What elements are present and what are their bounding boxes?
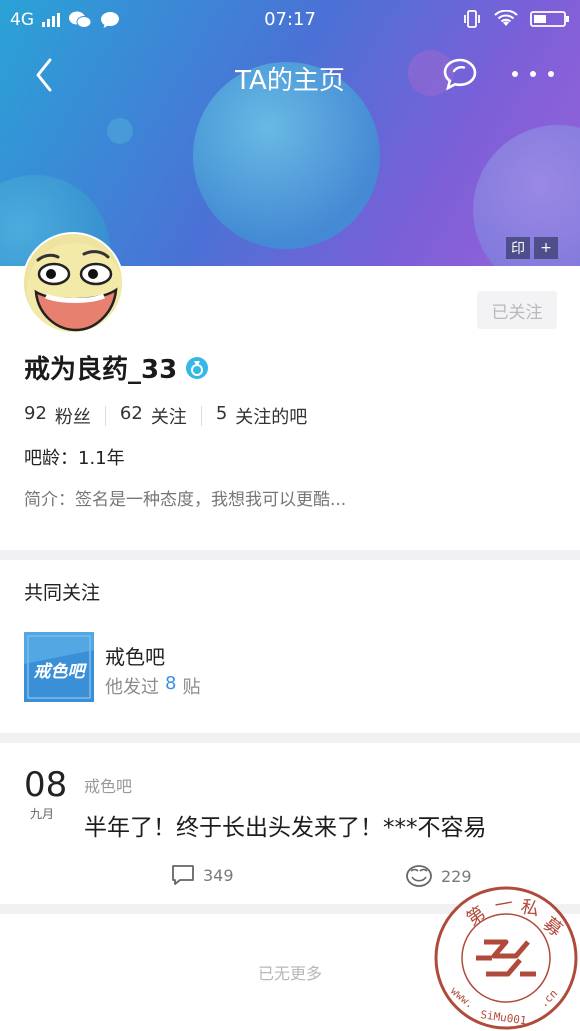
comment-action[interactable]: 349 (171, 864, 234, 886)
stat-divider (200, 406, 202, 426)
page-title: TA的主页 (235, 66, 345, 96)
bar-avatar[interactable]: 戒色吧 (24, 632, 94, 702)
post-bar-name[interactable]: 戒色吧 (84, 773, 132, 797)
username-row: 戒为良药_33 (24, 349, 209, 386)
stamp-button[interactable]: 印 (506, 237, 530, 259)
comment-icon (172, 865, 194, 885)
status-bar: 4G 07:17 (0, 0, 580, 40)
more-icon[interactable] (512, 58, 554, 90)
nav-bar: TA的主页 (0, 50, 580, 100)
followed-bars-stat[interactable]: 5 关注的吧 (216, 403, 307, 429)
post-title[interactable]: 半年了！终于长出头发来了！***不容易 (84, 808, 487, 842)
post-month: 九月 (30, 807, 55, 821)
followed-bars-label: 关注的吧 (235, 407, 308, 428)
section-divider (0, 733, 580, 743)
common-follow-title: 共同关注 (24, 582, 101, 604)
common-bar-name[interactable]: 戒色吧 (105, 641, 165, 670)
bar-avatar-image: 戒色吧 (24, 632, 94, 702)
add-button[interactable]: + (534, 237, 558, 259)
section-divider (0, 550, 580, 560)
comment-count: 349 (203, 865, 234, 885)
following-label: 关注 (150, 407, 187, 428)
ring-badge-icon[interactable] (185, 356, 209, 380)
bar-age: 吧龄：1.1年 (24, 448, 125, 469)
vibrate-icon (464, 10, 480, 28)
posts-suffix: 贴 (182, 677, 201, 698)
post-day: 08 (24, 765, 68, 805)
fans-stat[interactable]: 92 粉丝 (24, 403, 91, 429)
troll-face-avatar-image (24, 234, 122, 332)
like-face-icon (406, 865, 432, 887)
profile-header-banner: 4G 07:17 TA的主页 印 + (0, 0, 580, 266)
wifi-icon (494, 10, 518, 26)
fans-label: 粉丝 (54, 407, 91, 428)
battery-icon (530, 11, 569, 27)
stat-divider (104, 406, 106, 426)
decor-bubble (107, 118, 133, 144)
following-stat[interactable]: 62 关注 (120, 403, 187, 429)
bio: 简介：签名是一种态度，我想我可以更酷... (24, 490, 347, 510)
followed-bars-count: 5 (215, 403, 228, 424)
common-bar-posts: 他发过 8 贴 (105, 673, 200, 699)
watermark-seal-logo: 第 一 私 募 www. SiMu001 .cn (434, 886, 578, 1030)
fans-count: 92 (24, 403, 47, 424)
profile-stats: 92 粉丝 62 关注 5 关注的吧 (24, 403, 307, 429)
like-count: 229 (441, 866, 472, 886)
posts-prefix: 他发过 (105, 677, 159, 698)
username: 戒为良药_33 (24, 355, 178, 385)
bar-avatar-text: 戒色吧 (34, 662, 88, 682)
svg-text:一: 一 (493, 893, 514, 917)
avatar[interactable] (22, 232, 124, 334)
following-count: 62 (119, 403, 143, 424)
chat-icon[interactable] (440, 56, 480, 92)
posts-count: 8 (165, 673, 177, 694)
followed-button[interactable]: 已关注 (477, 291, 557, 329)
